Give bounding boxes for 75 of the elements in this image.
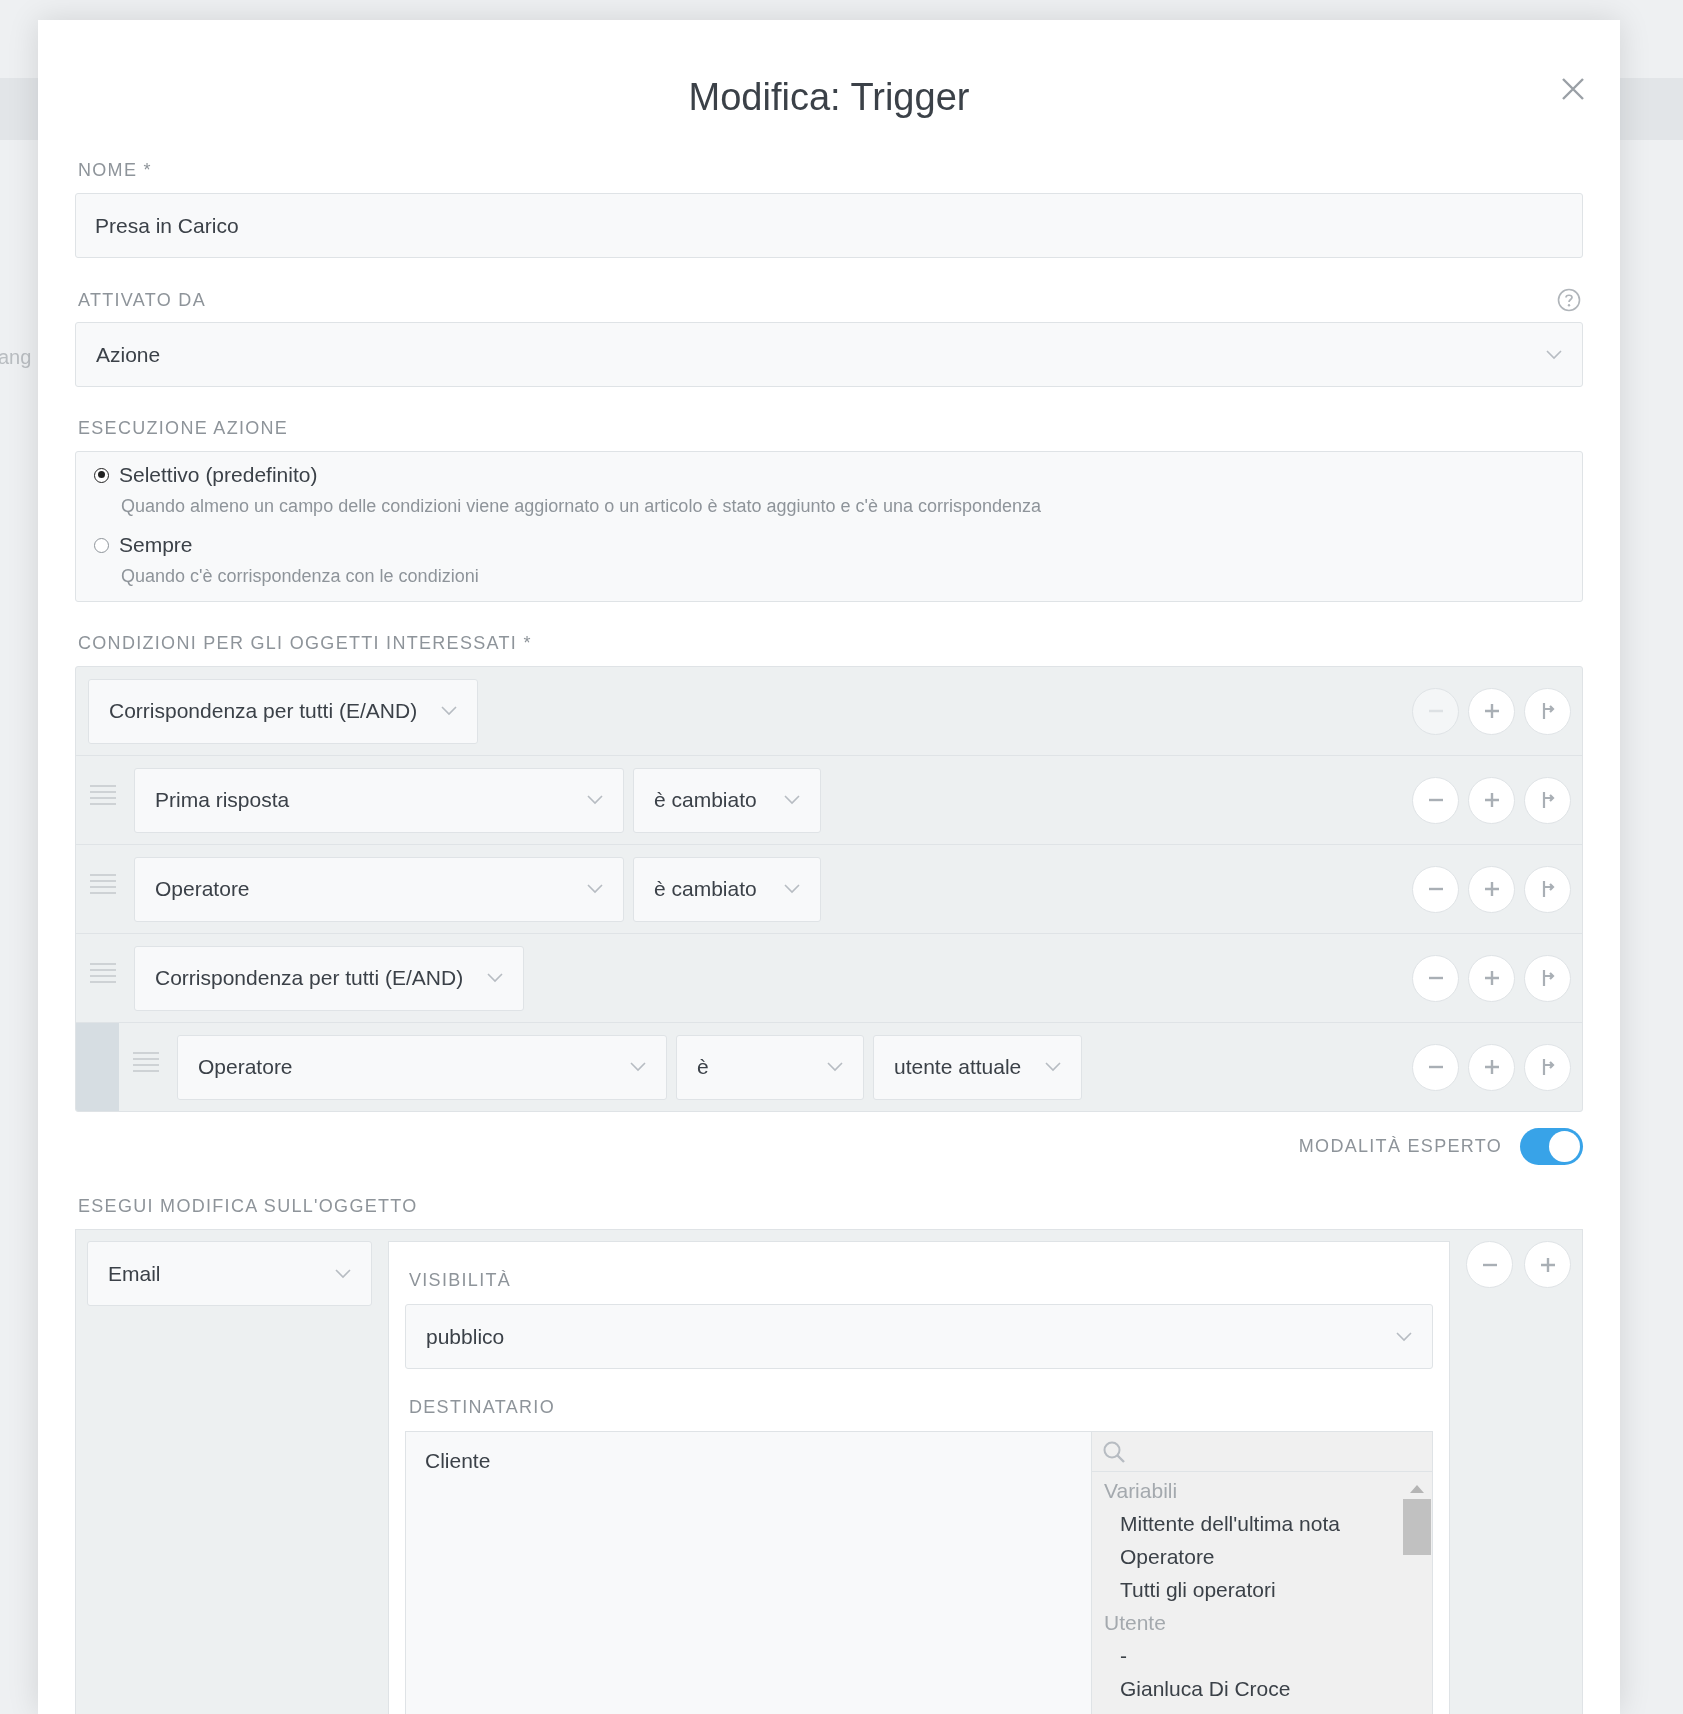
add-button[interactable] — [1468, 954, 1515, 1002]
radio-label: Sempre — [119, 533, 193, 557]
chevron-icon — [1546, 349, 1562, 360]
dialog-title: Modifica: Trigger — [687, 76, 971, 119]
branch-button[interactable] — [1524, 865, 1571, 913]
field-label: NOME * — [78, 160, 153, 181]
minus-icon — [1427, 976, 1444, 980]
field-label: VISIBILITÀ — [409, 1270, 513, 1291]
drag-handle-icon — [133, 1051, 159, 1073]
add-button[interactable] — [1468, 687, 1515, 735]
plus-icon — [1483, 1059, 1500, 1075]
radio-label: Selettivo (predefinito) — [119, 463, 318, 487]
plus-icon — [1483, 703, 1500, 719]
chevron-icon — [441, 706, 458, 716]
minus-icon — [1427, 1065, 1444, 1069]
plus-icon — [1539, 1256, 1556, 1273]
dropdown[interactable]: è cambiato — [633, 856, 821, 922]
branch-button[interactable] — [1524, 954, 1571, 1002]
chevron-icon — [1396, 1331, 1412, 1342]
remove-button[interactable] — [1412, 1043, 1459, 1091]
field-label: ESECUZIONE AZIONE — [78, 418, 290, 439]
option-description: Quando almeno un campo delle condizioni viene aggiornato o un articolo è stato aggiunto e c'è una corrispondenza — [121, 496, 1043, 517]
radio-button[interactable] — [94, 467, 109, 483]
chevron-icon — [784, 884, 800, 894]
dropdown[interactable]: Corrispondenza per tutti (E/AND) — [88, 678, 479, 744]
dropdown[interactable]: Email — [87, 1241, 372, 1306]
drag-handle-icon — [90, 873, 116, 895]
toggle-label: MODALITÀ ESPERTO — [1298, 1136, 1502, 1157]
toggle-switch[interactable] — [1520, 1128, 1583, 1165]
branch-button[interactable] — [1524, 776, 1571, 824]
option-description: Quando c'è corrispondenza con le condizioni — [121, 566, 480, 587]
add-button[interactable] — [1468, 1043, 1515, 1091]
minus-icon — [1481, 1262, 1498, 1267]
plus-icon — [1483, 881, 1500, 897]
close-icon — [1562, 78, 1584, 100]
chevron-icon — [1045, 1062, 1062, 1072]
dropdown[interactable]: utente attuale — [873, 1034, 1083, 1100]
help-icon — [1557, 288, 1581, 312]
dropdown[interactable]: pubblico — [405, 1304, 1433, 1369]
remove-button[interactable] — [1412, 954, 1459, 1002]
chevron-icon — [487, 973, 504, 983]
add-button[interactable] — [1524, 1241, 1571, 1288]
minus-icon — [1427, 887, 1444, 891]
dropdown[interactable]: è — [676, 1034, 864, 1100]
chevron-icon — [587, 795, 603, 805]
add-button[interactable] — [1468, 865, 1515, 913]
branch-button[interactable] — [1524, 1043, 1571, 1091]
drag-handle-icon — [90, 962, 116, 984]
dropdown[interactable]: Corrispondenza per tutti (E/AND) — [134, 945, 525, 1011]
remove-button[interactable] — [1466, 1241, 1513, 1288]
branch-button[interactable] — [1524, 687, 1571, 735]
field-label: CONDIZIONI PER GLI OGGETTI INTERESSATI * — [78, 633, 533, 654]
chevron-icon — [587, 884, 603, 894]
radio-button[interactable] — [94, 537, 109, 553]
chevron-icon — [784, 795, 800, 805]
field-label: DESTINATARIO — [409, 1397, 556, 1418]
chevron-icon — [827, 1062, 843, 1072]
chevron-icon — [335, 1268, 351, 1279]
name-field[interactable]: Presa in Carico — [75, 193, 1583, 258]
drag-handle-icon — [90, 784, 116, 806]
field-label: ATTIVATO DA — [78, 289, 206, 311]
chevron-icon — [630, 1062, 646, 1072]
dropdown[interactable]: Operatore — [177, 1034, 667, 1100]
remove-button[interactable] — [1412, 776, 1459, 824]
plus-icon — [1483, 970, 1500, 986]
dropdown[interactable]: Operatore — [134, 856, 624, 922]
plus-icon — [1483, 792, 1500, 808]
dropdown[interactable]: Prima risposta — [134, 767, 624, 833]
close-button[interactable] — [1562, 78, 1584, 100]
remove-button[interactable] — [1412, 865, 1459, 913]
dropdown[interactable]: Azione — [75, 322, 1583, 387]
field-label: ESEGUI MODIFICA SULL'OGGETTO — [78, 1196, 419, 1217]
dropdown[interactable]: è cambiato — [633, 767, 821, 833]
minus-icon — [1427, 798, 1444, 802]
add-button[interactable] — [1468, 776, 1515, 824]
